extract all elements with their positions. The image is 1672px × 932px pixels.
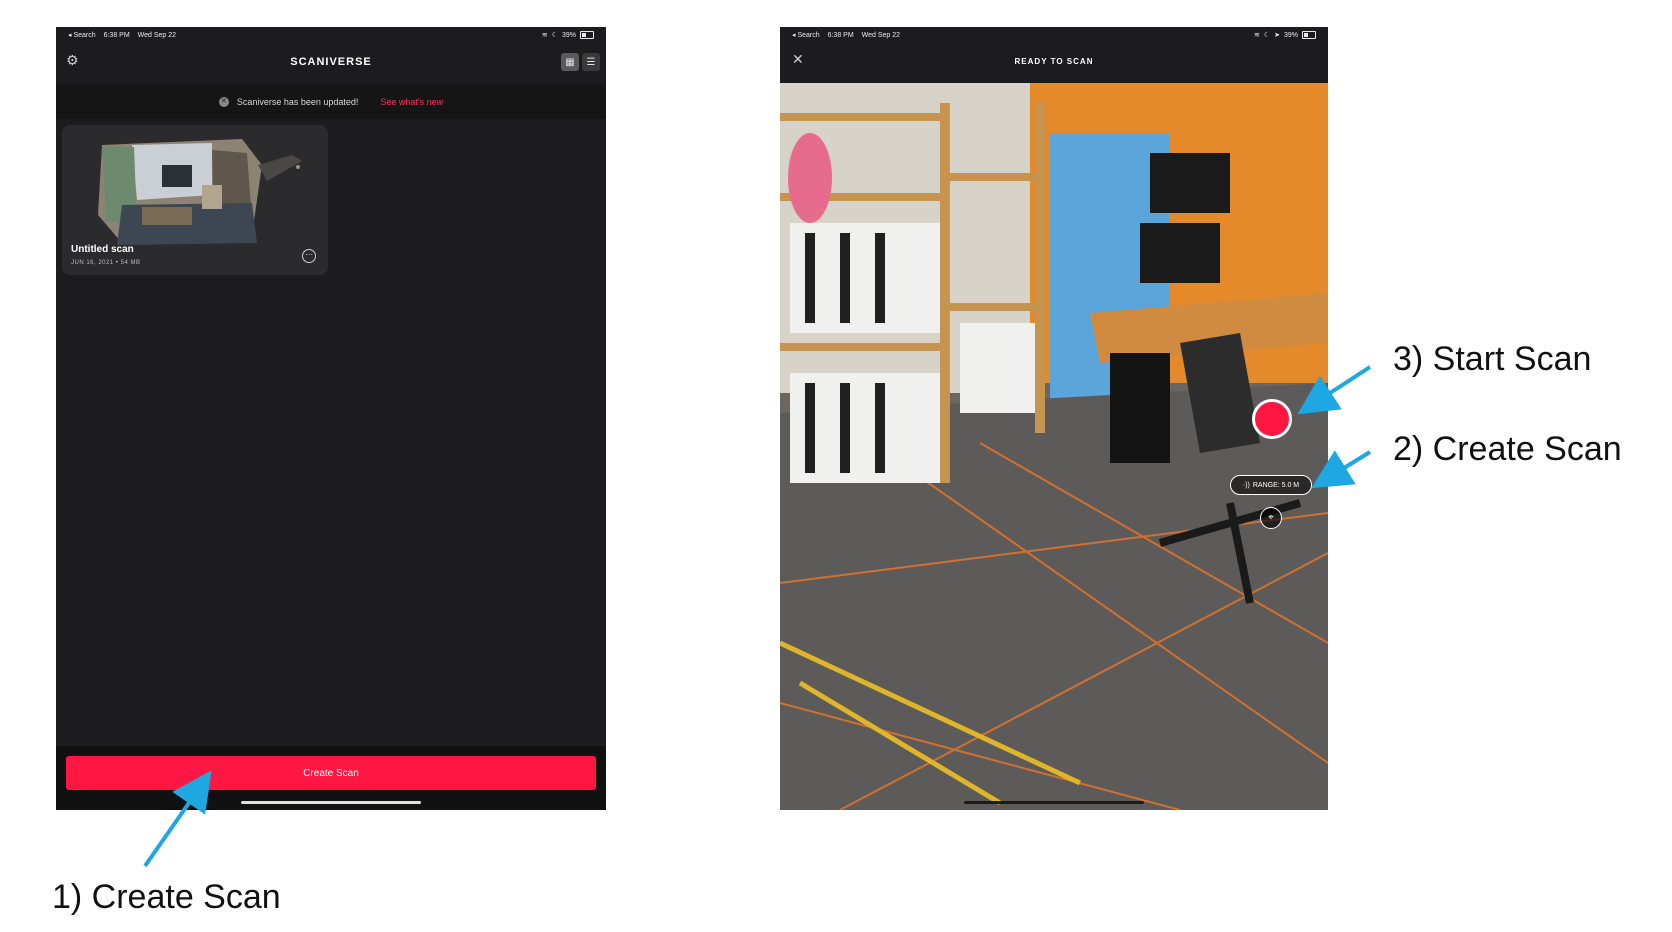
status-back-link[interactable]: ◂ Search: [68, 32, 96, 39]
bottom-toolbar: Create Scan: [56, 746, 606, 810]
scan-title: Untitled scan: [71, 244, 134, 255]
battery-percent: 39%: [561, 31, 576, 39]
status-bar: ◂ Search 6:38 PM Wed Sep 22 ≋ ☾ 39%: [56, 27, 606, 43]
range-selector-button[interactable]: ·)) RANGE: 5.0 M: [1230, 475, 1312, 495]
battery-icon: [1302, 31, 1316, 39]
more-icon[interactable]: ⋯: [302, 249, 316, 263]
location-icon: ➤: [1274, 32, 1280, 39]
annotation-step-2: 2) Create Scan: [1393, 430, 1622, 468]
location-pin-icon[interactable]: ⌖: [1260, 507, 1282, 529]
app-title: SCANIVERSE: [290, 56, 372, 68]
annotation-step-1: 1) Create Scan: [52, 878, 281, 916]
create-scan-button[interactable]: Create Scan: [66, 756, 596, 790]
list-icon: ☰: [586, 56, 596, 68]
screen-title: READY TO SCAN: [1014, 57, 1094, 66]
wave-icon: ·)): [1242, 481, 1250, 489]
scan-meta: JUN 16, 2021 • 54 MB: [71, 260, 141, 266]
close-icon[interactable]: ✕: [218, 97, 229, 107]
battery-percent: 39%: [1283, 31, 1298, 39]
wifi-icon: ≋: [1253, 32, 1260, 39]
status-time: 6:38 PM: [103, 32, 130, 39]
battery-icon: [580, 31, 594, 39]
home-indicator[interactable]: [241, 801, 421, 804]
home-indicator[interactable]: [964, 801, 1144, 804]
ready-to-scan-screen: ◂ Search 6:38 PM Wed Sep 22 ≋ ☾ ➤ 39% ✕ …: [780, 27, 1328, 810]
moon-icon: ☾: [1263, 32, 1271, 39]
grid-icon: ▦: [565, 56, 575, 68]
scaniverse-home-screen: ◂ Search 6:38 PM Wed Sep 22 ≋ ☾ 39% ⚙ SC…: [56, 27, 606, 810]
gear-icon[interactable]: ⚙: [66, 53, 80, 67]
app-header: ⚙ SCANIVERSE ▦ ☰: [56, 45, 606, 79]
status-back-link[interactable]: ◂ Search: [792, 32, 820, 39]
banner-text: Scaniverse has been updated!: [236, 97, 359, 107]
scan-card[interactable]: Untitled scan JUN 16, 2021 • 54 MB ⋯: [62, 125, 328, 275]
status-date: Wed Sep 22: [861, 32, 901, 39]
moon-icon: ☾: [551, 32, 558, 39]
camera-preview: [780, 83, 1328, 810]
camera-header: ◂ Search 6:38 PM Wed Sep 22 ≋ ☾ ➤ 39% ✕ …: [780, 27, 1328, 83]
annotation-step-3: 3) Start Scan: [1393, 340, 1592, 378]
status-time: 6:38 PM: [827, 32, 854, 39]
view-toggle: ▦ ☰: [561, 53, 600, 71]
wifi-icon: ≋: [541, 32, 548, 39]
see-whats-new-link[interactable]: See what's new: [380, 97, 443, 107]
start-scan-button[interactable]: [1252, 399, 1292, 439]
status-date: Wed Sep 22: [137, 32, 177, 39]
range-label: RANGE: 5.0 M: [1252, 481, 1300, 489]
grid-view-button[interactable]: ▦: [561, 53, 579, 71]
update-banner: ✕ Scaniverse has been updated! See what'…: [56, 85, 606, 119]
screenshot-canvas: ◂ Search 6:38 PM Wed Sep 22 ≋ ☾ 39% ⚙ SC…: [0, 0, 1672, 932]
list-view-button[interactable]: ☰: [582, 53, 600, 71]
status-bar: ◂ Search 6:38 PM Wed Sep 22 ≋ ☾ ➤ 39%: [780, 27, 1328, 43]
